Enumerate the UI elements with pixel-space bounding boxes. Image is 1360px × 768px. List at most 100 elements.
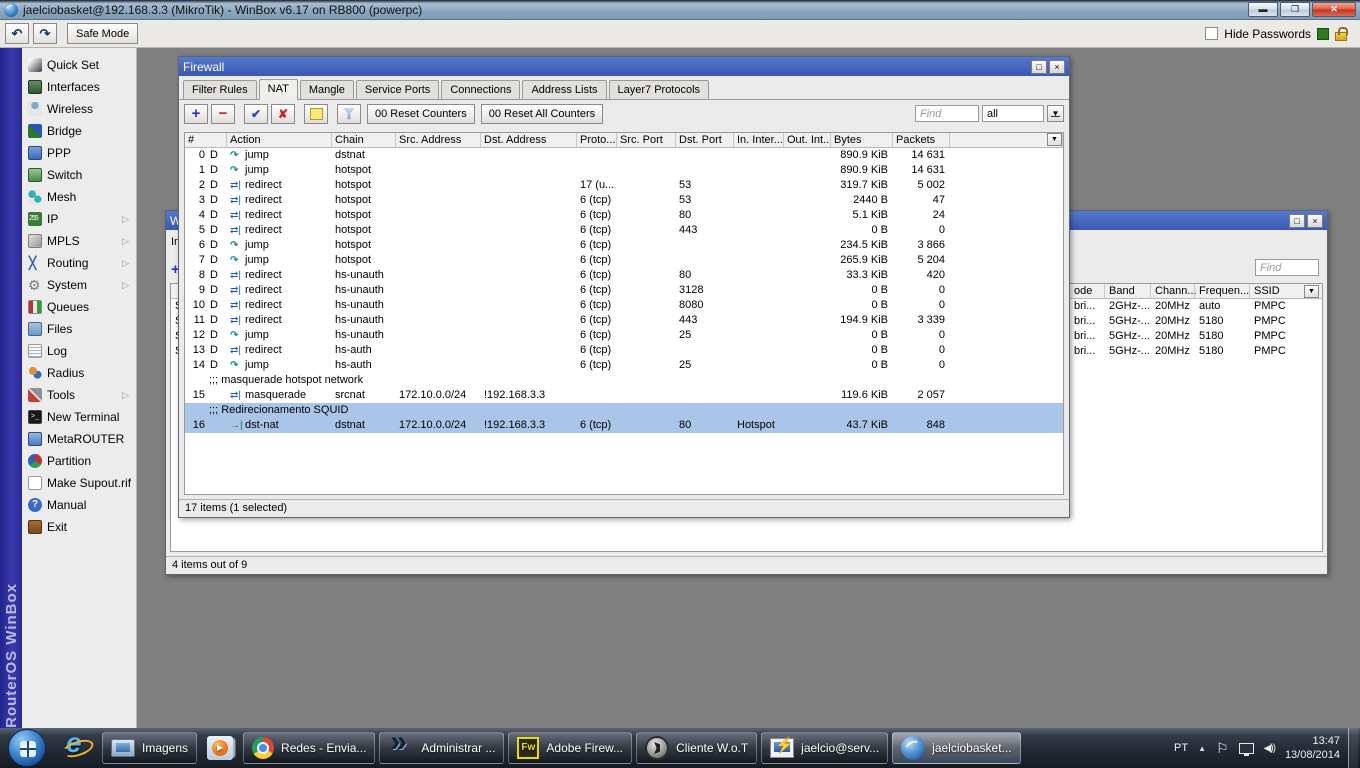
wireless-maximize-button[interactable]: □ [1289, 213, 1305, 228]
taskbar-ie-button[interactable] [56, 732, 98, 764]
taskbar-button-media-player-icon[interactable] [201, 732, 239, 764]
taskbar-button-cliente-w-o-t[interactable]: Cliente W.o.T [636, 732, 758, 764]
sidebar-item-manual[interactable]: Manual [22, 494, 136, 516]
remove-rule-button[interactable]: − [211, 103, 235, 124]
comment-button[interactable] [304, 103, 328, 124]
nat-comment-row[interactable]: ;;; masquerade hotspot network [185, 373, 1063, 388]
flag-icon[interactable]: ⚐ [1216, 740, 1229, 757]
nat-rule-row[interactable]: 13 D ⇄| redirect hs-auth 6 (tcp) 0 B 0 [185, 343, 1063, 358]
safe-mode-button[interactable]: Safe Mode [67, 23, 139, 44]
nat-comment-row[interactable]: ;;; Redirecionamento SQUID [185, 403, 1063, 418]
taskbar-button-adobe-firew[interactable]: Adobe Firew... [508, 732, 633, 764]
sidebar-item-quick-set[interactable]: Quick Set [22, 54, 136, 76]
nat-rule-row[interactable]: 15 ⇄| masquerade srcnat 172.10.0.0/24 !192.16… [185, 388, 1063, 403]
rule-dst-port [676, 253, 734, 268]
sidebar-item-system[interactable]: System ▷ [22, 274, 136, 296]
rule-src-port [617, 388, 676, 403]
nat-rule-row[interactable]: 1 D ↷ jump hotspot 890.9 KiB 14 631 [185, 163, 1063, 178]
speaker-icon[interactable]: ◀)) [1264, 743, 1276, 754]
minimize-button[interactable]: ▬ [1248, 2, 1278, 17]
tab-address-lists[interactable]: Address Lists [522, 80, 607, 99]
sidebar-item-routing[interactable]: Routing ▷ [22, 252, 136, 274]
reset-counters-button[interactable]: 00 Reset Counters [367, 103, 475, 124]
undo-button[interactable]: ↶ [5, 23, 29, 44]
sidebar-item-files[interactable]: Files [22, 318, 136, 340]
rule-filler [950, 343, 1063, 358]
sidebar-item-partition[interactable]: Partition [22, 450, 136, 472]
tray-language-indicator[interactable]: PT [1174, 742, 1188, 754]
chain-filter-dropdown-button[interactable]: ▼ [1047, 105, 1064, 122]
nat-rule-row[interactable]: 5 D ⇄| redirect hotspot 6 (tcp) 443 0 B0 [185, 223, 1063, 238]
reset-all-counters-button[interactable]: 00 Reset All Counters [480, 103, 604, 124]
nat-rule-row[interactable]: 8 D ⇄| redirect hs-unauth 6 (tcp) 80 33.3 KiB 42… [185, 268, 1063, 283]
nat-rule-row[interactable]: 10 D ⇄| redirect hs-unauth 6 (tcp) 8080 0 B 0 [185, 298, 1063, 313]
tab-layer7-protocols[interactable]: Layer7 Protocols [608, 80, 710, 99]
hide-passwords-checkbox[interactable] [1205, 27, 1219, 40]
chain-filter-select[interactable]: all [982, 105, 1044, 122]
wireless-find-input[interactable] [1255, 259, 1319, 276]
tab-mangle[interactable]: Mangle [299, 80, 354, 99]
tray-up-arrow-icon[interactable]: ▲ [1198, 744, 1206, 753]
firewall-maximize-button[interactable]: □ [1031, 59, 1047, 74]
sidebar-item-bridge[interactable]: Bridge [22, 120, 136, 142]
sidebar-item-ip[interactable]: IP ▷ [22, 208, 136, 230]
nat-rule-row[interactable]: 12 D ↷ jump hs-unauth 6 (tcp) 25 0 B 0 [185, 328, 1063, 343]
wireless-close-button[interactable]: × [1307, 213, 1323, 228]
nat-rule-row[interactable]: 16 →| dst-nat dstnat 172.10.0.0/24 !192.168.3… [185, 418, 1063, 433]
add-rule-button[interactable]: + [184, 103, 208, 124]
sidebar-item-ppp[interactable]: PPP [22, 142, 136, 164]
firewall-find-input[interactable] [915, 105, 979, 122]
taskbar-button-jaelcio-serv[interactable]: jaelcio@serv... [761, 732, 889, 764]
sidebar-item-switch[interactable]: Switch [22, 164, 136, 186]
rule-number: 10 [192, 299, 205, 311]
filter-button[interactable] [337, 103, 361, 124]
rule-chain: hotspot [335, 254, 372, 266]
firewall-close-button[interactable]: × [1049, 59, 1065, 74]
enable-rule-button[interactable]: ✔ [244, 103, 268, 124]
nat-rule-row[interactable]: 14 D ↷ jump hs-auth 6 (tcp) 25 0 B 0 [185, 358, 1063, 373]
nat-rule-row[interactable]: 0 D ↷ jump dstnat 890.9 KiB 14 631 [185, 148, 1063, 163]
disable-rule-button[interactable]: ✘ [271, 103, 295, 124]
start-button[interactable] [8, 729, 46, 767]
network-icon[interactable] [1238, 742, 1254, 756]
sidebar-item-radius[interactable]: Radius [22, 362, 136, 384]
show-desktop-button[interactable] [1348, 728, 1358, 768]
tab-connections[interactable]: Connections [441, 80, 521, 99]
sidebar-item-make-supout-rif[interactable]: Make Supout.rif [22, 472, 136, 494]
wireless-column-select-button[interactable]: ▼ [1304, 285, 1319, 298]
taskbar-button-jaelciobasket[interactable]: jaelciobasket... [892, 732, 1021, 764]
nat-rule-row[interactable]: 6 D ↷ jump hotspot 6 (tcp) 234.5 KiB 3 866 [185, 238, 1063, 253]
close-button[interactable]: ✕ [1312, 2, 1356, 17]
taskbar-button-redes-envia[interactable]: Redes - Envia... [243, 732, 376, 764]
tray-clock[interactable]: 13:47 13/08/2014 [1285, 734, 1340, 762]
nat-rule-row[interactable]: 3 D ⇄| redirect hotspot 6 (tcp) 53 2440 B 47 [185, 193, 1063, 208]
sidebar-item-metarouter[interactable]: MetaROUTER [22, 428, 136, 450]
taskbar-button-imagens[interactable]: Imagens [102, 732, 198, 764]
sidebar-item-exit[interactable]: Exit [22, 516, 136, 538]
redo-button[interactable]: ↷ [33, 23, 57, 44]
tab-filter-rules[interactable]: Filter Rules [183, 80, 257, 99]
firewall-titlebar[interactable]: Firewall □ × [179, 57, 1069, 76]
rule-dst-port: 53 [679, 179, 692, 191]
nat-rule-row[interactable]: 11 D ⇄| redirect hs-unauth 6 (tcp) 443 194.9 Ki… [185, 313, 1063, 328]
sidebar-item-queues[interactable]: Queues [22, 296, 136, 318]
restore-button[interactable]: ❐ [1280, 2, 1310, 17]
nat-rule-row[interactable]: 2 D ⇄| redirect hotspot 17 (u... 53 319.7 KiB 5 … [185, 178, 1063, 193]
sidebar-item-mesh[interactable]: Mesh [22, 186, 136, 208]
sidebar-item-new-terminal[interactable]: New Terminal [22, 406, 136, 428]
column-select-button[interactable]: ▼ [1047, 133, 1062, 146]
tab-service-ports[interactable]: Service Ports [355, 80, 440, 99]
jump-icon: ↷ [230, 240, 239, 251]
brand-text: RouterOS WinBox [2, 583, 20, 728]
sidebar-item-log[interactable]: Log [22, 340, 136, 362]
nat-rule-row[interactable]: 7 D ↷ jump hotspot 6 (tcp) 265.9 KiB 5 204 [185, 253, 1063, 268]
tab-nat[interactable]: NAT [258, 79, 298, 100]
taskbar-button-administrar[interactable]: Administrar ... [379, 732, 505, 764]
sidebar-item-interfaces[interactable]: Interfaces [22, 76, 136, 98]
sidebar-item-tools[interactable]: Tools ▷ [22, 384, 136, 406]
sidebar-item-mpls[interactable]: MPLS ▷ [22, 230, 136, 252]
nat-rule-row[interactable]: 4 D ⇄| redirect hotspot 6 (tcp) 80 5.1 KiB 24 [185, 208, 1063, 223]
rule-src-port [617, 253, 676, 268]
sidebar-item-wireless[interactable]: Wireless [22, 98, 136, 120]
nat-rule-row[interactable]: 9 D ⇄| redirect hs-unauth 6 (tcp) 3128 0 B0 [185, 283, 1063, 298]
